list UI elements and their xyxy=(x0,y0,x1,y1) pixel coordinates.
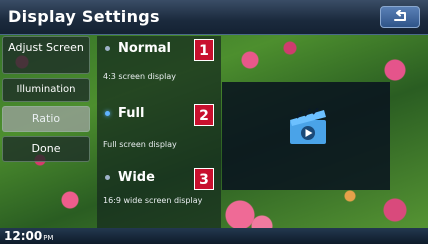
option-description: 16:9 wide screen display xyxy=(103,196,203,205)
option-label: Normal xyxy=(105,41,171,56)
option-description: Full screen display xyxy=(103,140,177,149)
title-bar: Display Settings xyxy=(0,0,428,35)
back-arrow-icon xyxy=(394,10,406,21)
illumination-button[interactable]: Illumination xyxy=(2,78,90,102)
back-button[interactable] xyxy=(380,6,420,28)
option-label: Wide xyxy=(105,170,155,185)
option-description: 4:3 screen display xyxy=(103,72,176,81)
option-label: Full xyxy=(105,106,144,121)
display-settings-screen: Display Settings Adjust Screen Illuminat… xyxy=(0,0,428,244)
settings-menu: Adjust Screen Illumination Ratio Done xyxy=(2,36,90,228)
status-bar: 12:00PM xyxy=(0,228,428,244)
clock: 12:00PM xyxy=(4,229,54,243)
adjust-screen-button[interactable]: Adjust Screen xyxy=(2,36,90,74)
radio-indicator xyxy=(105,175,110,180)
callout-badge-2: 2 xyxy=(194,104,214,126)
radio-indicator xyxy=(105,46,110,51)
ratio-preview-box xyxy=(222,82,390,190)
ratio-options-panel: Normal 4:3 screen display Full Full scre… xyxy=(97,36,221,228)
callout-badge-1: 1 xyxy=(194,39,214,61)
video-clapper-icon xyxy=(290,108,326,144)
page-title: Display Settings xyxy=(8,7,160,26)
callout-badge-3: 3 xyxy=(194,168,214,190)
ratio-button[interactable]: Ratio xyxy=(2,106,90,132)
done-button[interactable]: Done xyxy=(2,136,90,162)
radio-indicator-selected xyxy=(105,111,110,116)
